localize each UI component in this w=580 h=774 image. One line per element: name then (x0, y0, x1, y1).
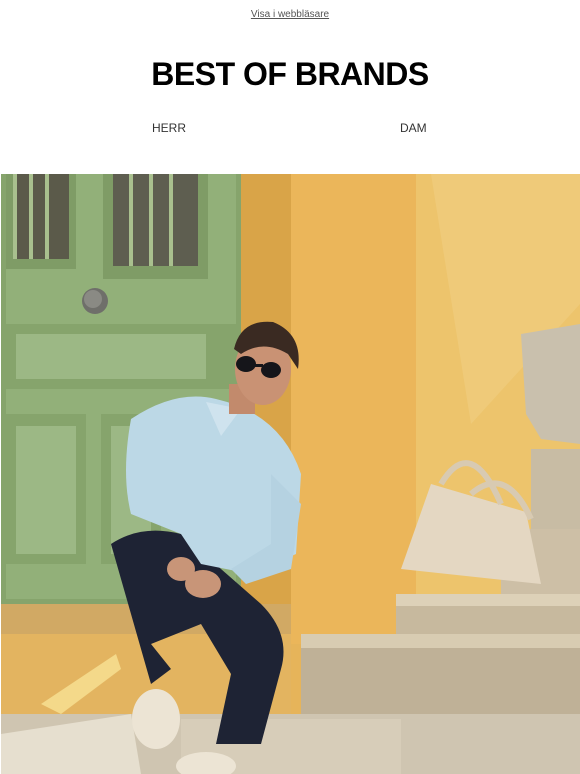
nav-link-herr[interactable]: HERR (152, 121, 186, 135)
hero-photo-illustration (1, 174, 580, 774)
hero-image[interactable] (1, 174, 580, 774)
brand-logo[interactable]: BEST OF BRANDS (0, 56, 580, 92)
view-in-browser-link[interactable]: Visa i webbläsare (0, 9, 580, 21)
email-page: Visa i webbläsare BEST OF BRANDS HERR DA… (0, 0, 580, 774)
nav-link-dam[interactable]: DAM (400, 121, 427, 135)
